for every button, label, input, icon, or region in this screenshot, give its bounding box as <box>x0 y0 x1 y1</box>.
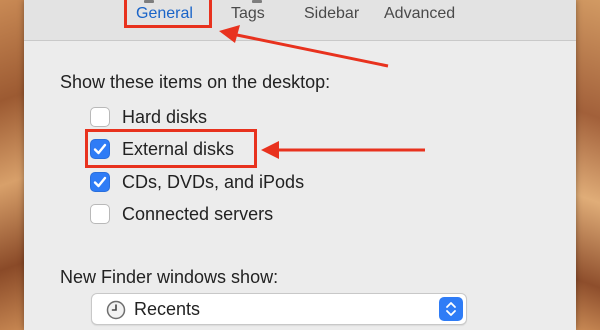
annotation-arrows <box>219 25 425 159</box>
external-disks-arrow <box>261 141 425 159</box>
general-tab-arrow <box>219 25 389 68</box>
